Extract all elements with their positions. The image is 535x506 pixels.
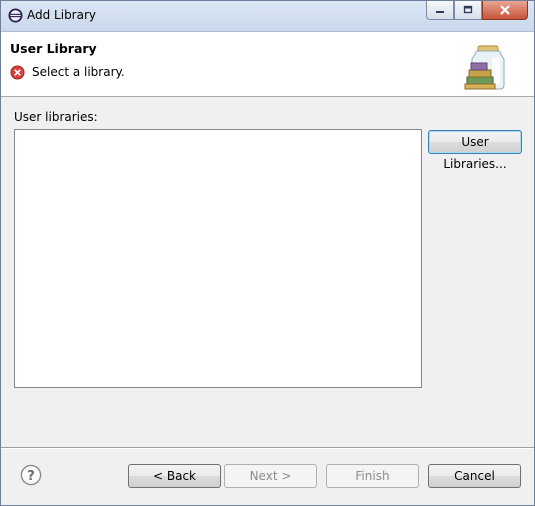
library-jar-icon: [464, 45, 505, 90]
wizard-header: User Library Select a library.: [1, 32, 534, 97]
finish-button[interactable]: Finish: [326, 464, 419, 488]
eclipse-icon: [8, 8, 23, 23]
add-library-dialog: Add Library User Library Select a librar…: [0, 0, 535, 506]
page-title: User Library: [10, 41, 97, 56]
minimize-icon[interactable]: [426, 1, 454, 20]
user-libraries-list[interactable]: [14, 129, 422, 388]
window-controls: [426, 1, 528, 21]
user-libraries-label: User libraries:: [14, 110, 98, 124]
svg-text:?: ?: [27, 469, 35, 484]
cancel-button[interactable]: Cancel: [428, 464, 521, 488]
error-icon: [10, 65, 25, 80]
title-bar[interactable]: Add Library: [1, 1, 534, 32]
header-message: Select a library.: [32, 65, 125, 79]
close-icon[interactable]: [482, 1, 528, 20]
back-button[interactable]: < Back: [128, 464, 221, 488]
help-icon[interactable]: ?: [20, 464, 42, 486]
maximize-icon[interactable]: [454, 1, 482, 20]
next-button[interactable]: Next >: [224, 464, 317, 488]
window-title: Add Library: [27, 8, 97, 22]
footer-separator: [1, 447, 534, 449]
user-libraries-button[interactable]: User Libraries...: [428, 130, 522, 171]
